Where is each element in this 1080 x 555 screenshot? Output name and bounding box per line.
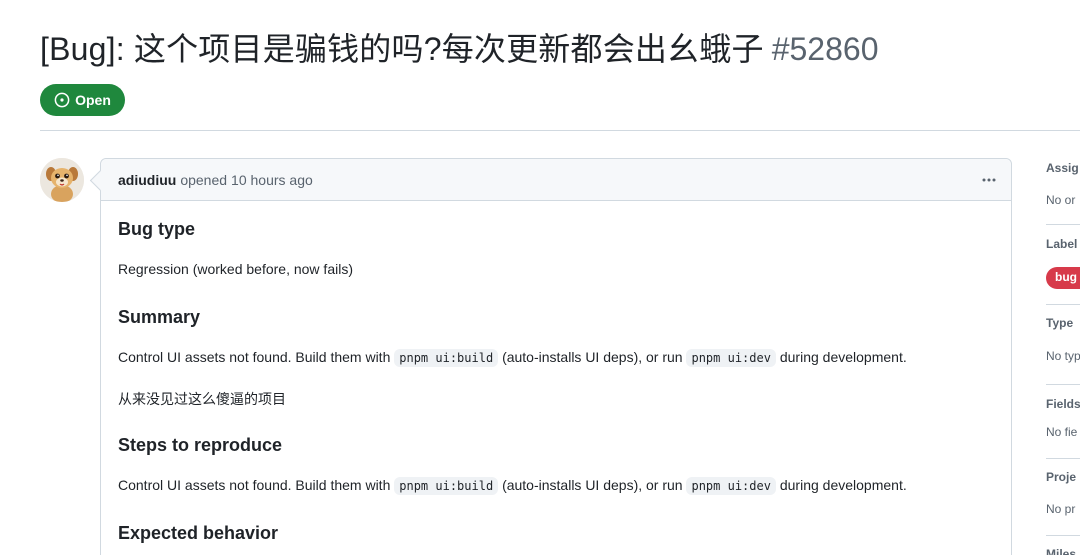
- issue-number: #52860: [771, 31, 879, 67]
- summary-text-b: (auto-installs UI deps), or run: [502, 349, 683, 365]
- opened-text: opened: [180, 171, 228, 188]
- issue-state-badge: Open: [40, 84, 125, 116]
- sidebar-assignees-value: No or: [1046, 193, 1076, 207]
- summary-text-a: Control UI assets not found. Build them …: [118, 349, 391, 365]
- summary-text-c: during development.: [779, 349, 907, 365]
- summary-code-build: pnpm ui:build: [394, 349, 499, 367]
- kebab-horizontal-icon[interactable]: [977, 168, 1001, 192]
- comment-header: adiudiuu opened 10 hours ago: [101, 159, 1011, 201]
- heading-steps: Steps to reproduce: [118, 435, 283, 455]
- heading-expected: Expected behavior: [118, 523, 279, 543]
- issue-title: [Bug]: 这个项目是骗钱的吗?每次更新都会出幺蛾子: [40, 31, 764, 67]
- steps-text: Control UI assets not found. Build them …: [118, 477, 907, 495]
- issue-title-row: [Bug]: 这个项目是骗钱的吗?每次更新都会出幺蛾子 #52860: [40, 24, 878, 70]
- bug-type-text: Regression (worked before, now fails): [118, 261, 353, 277]
- comment-timestamp[interactable]: 10 hours ago: [231, 172, 313, 188]
- summary-extra-text: 从来没见过这么傻逼的项目: [118, 391, 286, 407]
- sidebar-divider: [1046, 384, 1080, 385]
- sidebar-assignees[interactable]: Assig: [1046, 161, 1079, 175]
- steps-text-b: (auto-installs UI deps), or run: [502, 477, 683, 493]
- sidebar-fields-heading[interactable]: Fields: [1046, 397, 1080, 411]
- sidebar-milestone[interactable]: Miles: [1046, 547, 1076, 555]
- sidebar-milestone-heading[interactable]: Miles: [1046, 547, 1076, 555]
- avatar[interactable]: [40, 158, 84, 202]
- sidebar-projects-value: No pr: [1046, 502, 1076, 516]
- sidebar-fields[interactable]: Fields: [1046, 397, 1080, 411]
- sidebar-divider: [1046, 224, 1080, 225]
- steps-text-a: Control UI assets not found. Build them …: [118, 477, 391, 493]
- sidebar-divider: [1046, 535, 1080, 536]
- sidebar-labels-heading[interactable]: Label: [1046, 237, 1077, 251]
- summary-code-dev: pnpm ui:dev: [686, 349, 776, 367]
- sidebar-type-heading[interactable]: Type: [1046, 316, 1073, 330]
- sidebar-divider: [1046, 458, 1080, 459]
- sidebar-type-value: No typ: [1046, 349, 1080, 363]
- steps-code-dev: pnpm ui:dev: [686, 477, 776, 495]
- issue-state-label: Open: [75, 92, 111, 108]
- sidebar-divider: [1046, 304, 1080, 305]
- issue-opened-icon: [54, 92, 70, 108]
- sidebar-fields-value: No fie: [1046, 425, 1078, 439]
- summary-text: Control UI assets not found. Build them …: [118, 349, 907, 367]
- comment-author[interactable]: adiudiuu: [118, 172, 176, 188]
- label-bug[interactable]: bug: [1046, 267, 1080, 289]
- steps-code-build: pnpm ui:build: [394, 477, 499, 495]
- heading-summary: Summary: [118, 307, 201, 327]
- heading-bug-type: Bug type: [118, 219, 196, 239]
- sidebar-labels[interactable]: Label: [1046, 237, 1077, 251]
- sidebar-projects[interactable]: Proje: [1046, 470, 1076, 484]
- sidebar-assignees-heading[interactable]: Assig: [1046, 161, 1079, 175]
- sidebar-projects-heading[interactable]: Proje: [1046, 470, 1076, 484]
- header-divider: [40, 130, 1080, 131]
- sidebar-type[interactable]: Type: [1046, 316, 1073, 330]
- steps-text-c: during development.: [779, 477, 907, 493]
